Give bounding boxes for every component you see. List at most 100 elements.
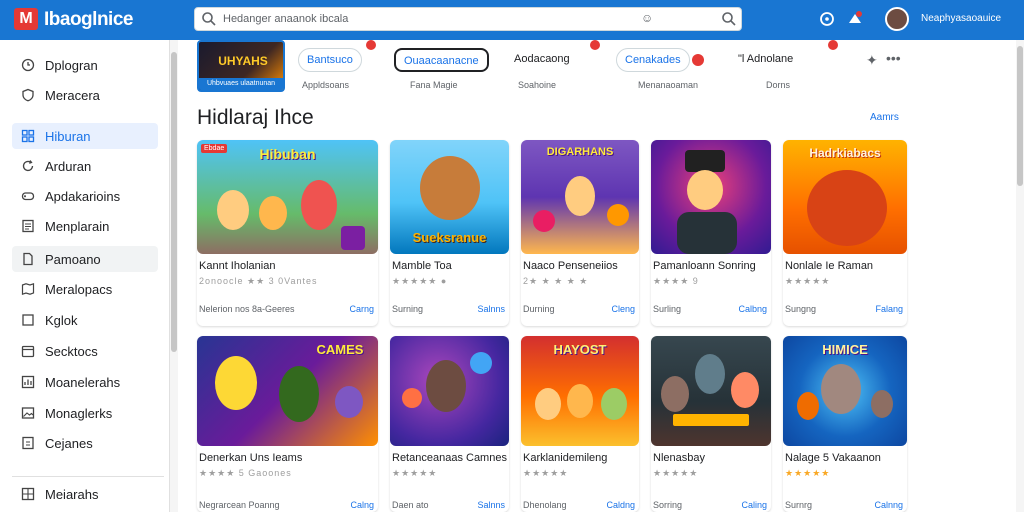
game-title[interactable]: Nlenasbay xyxy=(653,452,705,464)
help-icon[interactable] xyxy=(818,10,836,28)
install-link[interactable]: Cleng xyxy=(611,304,635,314)
game-card[interactable]: Nlenasbay ★★★★★ Sorring Caling xyxy=(651,336,771,512)
clear-icon[interactable]: ☺ xyxy=(641,11,653,25)
game-card[interactable]: Sueksranue Mamble Toa ★★★★★ ● Surning Sa… xyxy=(390,140,509,326)
install-link[interactable]: Salnns xyxy=(477,304,505,314)
game-title[interactable]: Retanceanaas Camnes xyxy=(392,452,507,464)
sidebar-item-meracera[interactable]: Meracera xyxy=(12,82,158,108)
game-title[interactable]: Mamble Toa xyxy=(392,260,452,272)
search-submit-icon[interactable] xyxy=(721,11,737,27)
game-thumbnail[interactable]: CAMES xyxy=(197,336,378,446)
category-chip[interactable]: Cenakades xyxy=(616,48,690,72)
sidebar-item-apdakarioins[interactable]: Apdakarioins xyxy=(12,183,158,209)
game-thumbnail[interactable]: HAYOST xyxy=(521,336,639,446)
sidebar-item-label: Hiburan xyxy=(45,129,91,144)
sidebar-item-label: Monaglerks xyxy=(45,406,113,421)
sidebar-item-pamoano[interactable]: Pamoano xyxy=(12,246,158,272)
game-title[interactable]: Nonlale Ie Raman xyxy=(785,260,873,272)
scroll-thumb[interactable] xyxy=(1017,46,1023,186)
thumbnail-title: CAMES xyxy=(316,342,364,357)
banner-art xyxy=(673,414,749,426)
sidebar-item-meralopacs[interactable]: Meralopacs xyxy=(12,276,158,302)
sidebar-item-hiburan[interactable]: Hiburan xyxy=(12,123,158,149)
game-meta: Surling xyxy=(653,304,682,314)
game-meta: Dhenolang xyxy=(523,500,567,510)
sidebar-scrollbar[interactable] xyxy=(170,40,178,512)
install-link[interactable]: Caling xyxy=(741,500,767,510)
sidebar-item-label: Meracera xyxy=(45,88,100,103)
category-item[interactable]: Bantsuco Appldsoans xyxy=(298,40,378,96)
game-card[interactable]: DIGARHANS Naaco Penseneiios 2★ ★ ★ ★ ★ D… xyxy=(521,140,639,326)
install-link[interactable]: Calng xyxy=(350,500,374,510)
sidebar-item-arduran[interactable]: Arduran xyxy=(12,153,158,179)
rating-stars: ★★★★ 9 xyxy=(653,276,699,286)
thumbnail-title: HAYOST xyxy=(553,342,607,357)
shield-icon xyxy=(22,88,34,102)
sidebar-item-kglok[interactable]: Kglok xyxy=(12,307,158,333)
category-chip[interactable]: Bantsuco xyxy=(298,48,362,72)
sidebar-item-label: Pamoano xyxy=(45,252,101,267)
game-thumbnail[interactable]: DIGARHANS xyxy=(521,140,639,254)
game-thumbnail[interactable]: Hadrkiabacs xyxy=(783,140,907,254)
sidebar-item-moanelerahs[interactable]: Moanelerahs xyxy=(12,369,158,395)
category-chip[interactable]: Aodacaong xyxy=(506,48,578,72)
category-item[interactable]: Aodacaong Soahoine xyxy=(506,40,606,96)
more-icon[interactable]: ••• xyxy=(886,50,901,66)
game-title[interactable]: Karklanidemileng xyxy=(523,452,607,464)
sidebar-item-label: Secktocs xyxy=(45,344,98,359)
game-meta: Surnrg xyxy=(785,500,813,510)
game-title[interactable]: Kannt Iholanian xyxy=(199,260,275,272)
sidebar-item-meiarahs[interactable]: Meiarahs xyxy=(12,481,158,507)
install-link[interactable]: Salnns xyxy=(477,500,505,510)
game-thumbnail[interactable]: Sueksranue xyxy=(390,140,509,254)
see-all-link[interactable]: Aamrs xyxy=(870,112,899,123)
star-icon[interactable]: ✦ xyxy=(866,52,878,69)
install-link[interactable]: Calnng xyxy=(874,500,903,510)
featured-category-tile[interactable]: UHYAHS Uhbvuaes ulaatnunan xyxy=(197,40,285,92)
game-card[interactable]: HAYOST Karklanidemileng ★★★★★ Dhenolang … xyxy=(521,336,639,512)
game-card[interactable]: Pamanloann Sonring ★★★★ 9 Surling Calbng xyxy=(651,140,771,326)
game-title[interactable]: Denerkan Uns Ieams xyxy=(199,452,302,464)
install-link[interactable]: Carng xyxy=(349,304,374,314)
game-title[interactable]: Naaco Penseneiios xyxy=(523,260,618,272)
search-input[interactable]: Hedanger anaanok ibcala xyxy=(223,13,348,25)
category-item[interactable]: Ouaacaanacne Fana Magie xyxy=(394,40,489,96)
app-logo[interactable]: M xyxy=(14,8,38,30)
app-title[interactable]: Ibaoglnice xyxy=(44,9,133,31)
install-link[interactable]: Calbng xyxy=(738,304,767,314)
sidebar-item-label: Apdakarioins xyxy=(45,189,121,204)
search-bar[interactable]: Hedanger anaanok ibcala ☺ xyxy=(194,7,742,31)
rating-stars: ★★★★ 5 Gaoones xyxy=(199,468,292,478)
category-chip[interactable]: Ouaacaanacne xyxy=(394,48,489,72)
sidebar-item-cejanes[interactable]: Cejanes xyxy=(12,430,158,456)
sidebar-item-menplarain[interactable]: Menplarain xyxy=(12,213,158,239)
game-card[interactable]: Hibuban Ebdae Kannt Iholanian 2onoocle ★… xyxy=(197,140,378,326)
username[interactable]: Neaphyasaoauice xyxy=(921,13,1001,24)
game-title[interactable]: Pamanloann Sonring xyxy=(653,260,756,272)
sidebar-item-secktocs[interactable]: Secktocs xyxy=(12,338,158,364)
category-item[interactable]: Cenakades Menanaoaman xyxy=(616,40,712,96)
character-art xyxy=(470,352,492,374)
category-item[interactable]: "l Adnolane Dorns xyxy=(730,40,840,96)
game-card[interactable]: CAMES Denerkan Uns Ieams ★★★★ 5 Gaoones … xyxy=(197,336,378,512)
sidebar-item-dplogran[interactable]: Dplogran xyxy=(12,52,158,78)
category-chip[interactable]: "l Adnolane xyxy=(730,48,802,72)
sidebar-item-label: Meiarahs xyxy=(45,487,99,502)
game-title[interactable]: Nalage 5 Vakaanon xyxy=(785,452,881,464)
scroll-thumb[interactable] xyxy=(171,52,177,352)
install-link[interactable]: Falang xyxy=(875,304,903,314)
game-thumbnail[interactable] xyxy=(651,140,771,254)
game-thumbnail[interactable]: HIMICE xyxy=(783,336,907,446)
avatar[interactable] xyxy=(885,7,909,31)
game-card[interactable]: HIMICE Nalage 5 Vakaanon ★★★★★ Surnrg Ca… xyxy=(783,336,907,512)
notifications-icon[interactable] xyxy=(846,10,864,28)
game-card[interactable]: Hadrkiabacs Nonlale Ie Raman ★★★★★ Sungn… xyxy=(783,140,907,326)
sidebar-item-monaglerks[interactable]: Monaglerks xyxy=(12,400,158,426)
game-thumbnail[interactable]: Hibuban Ebdae xyxy=(197,140,378,254)
game-thumbnail[interactable] xyxy=(651,336,771,446)
game-thumbnail[interactable] xyxy=(390,336,509,446)
list-icon xyxy=(22,219,34,233)
main-scrollbar[interactable] xyxy=(1016,40,1024,512)
install-link[interactable]: Caldng xyxy=(606,500,635,510)
game-card[interactable]: Retanceanaas Camnes ★★★★★ Daen ato Salnn… xyxy=(390,336,509,512)
